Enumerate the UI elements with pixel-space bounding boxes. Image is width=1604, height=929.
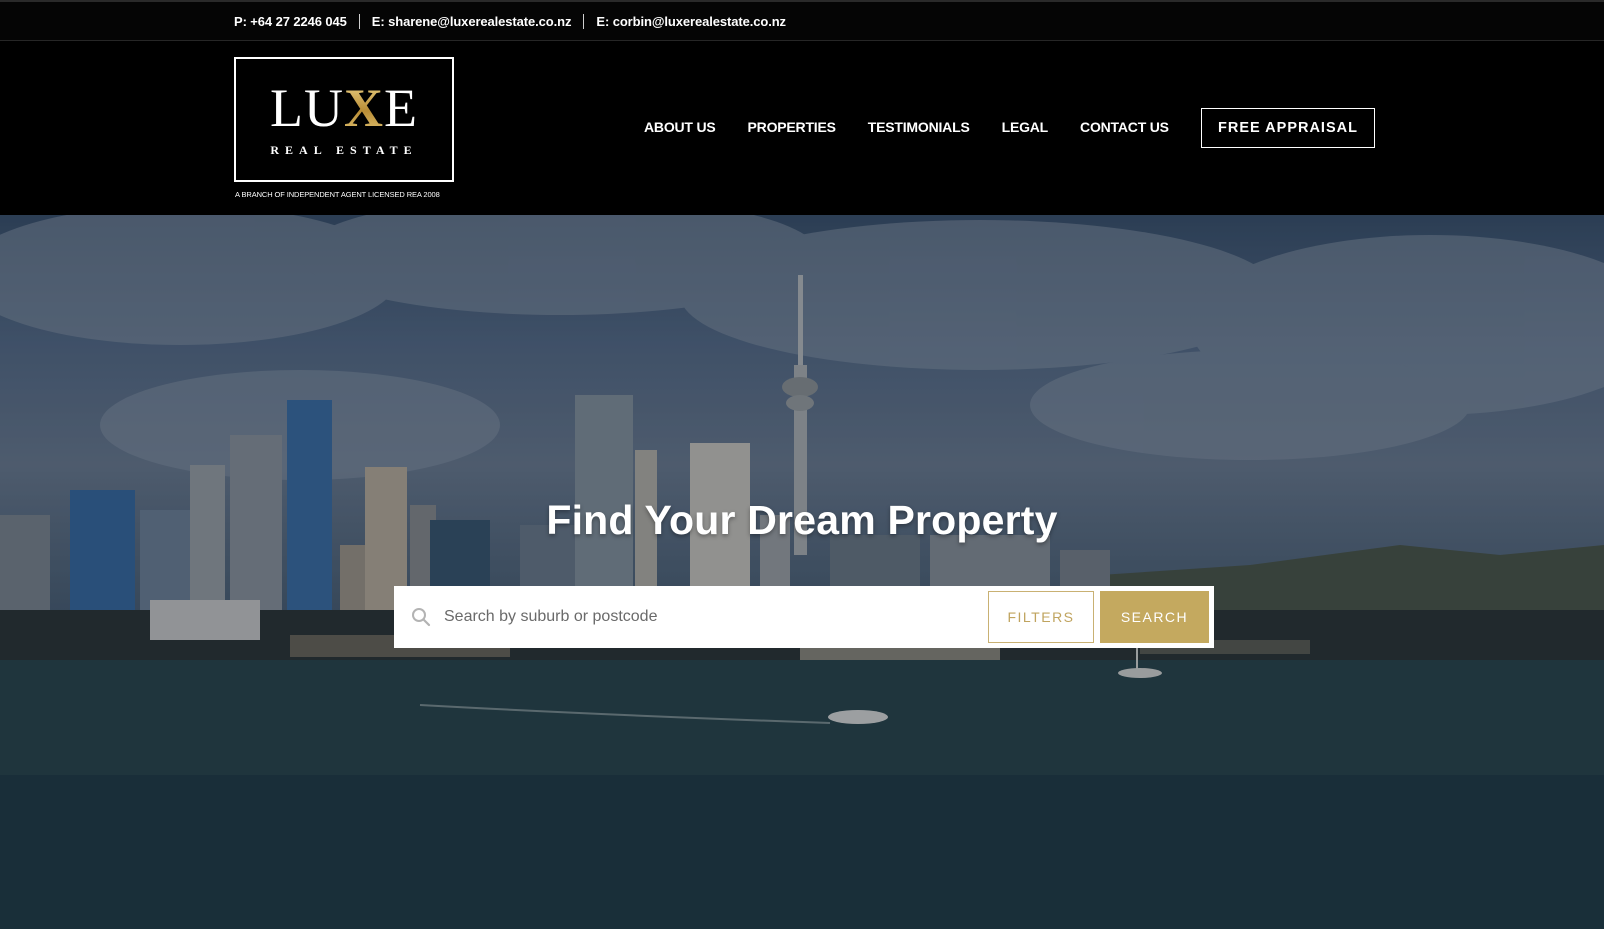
nav-about-us[interactable]: ABOUT US [644,119,716,135]
search-button[interactable]: SEARCH [1100,591,1209,643]
logo-subtitle: REAL ESTATE [270,143,418,157]
search-icon [412,608,431,627]
logo-wordmark: LUXE [270,78,418,138]
hero-title: Find Your Dream Property [546,497,1058,543]
free-appraisal-button[interactable]: FREE APPRAISAL [1201,108,1375,148]
divider [583,14,585,29]
logo-gold-x: X [343,78,384,138]
hero-overlay [0,215,1604,929]
email-link-sharene[interactable]: E: sharene@luxerealestate.co.nz [372,14,572,29]
property-search-bar: FILTERS SEARCH [394,586,1214,648]
site-header: LUXE REAL ESTATE A BRANCH OF INDEPENDENT… [0,41,1604,215]
main-nav: ABOUT US PROPERTIES TESTIMONIALS LEGAL C… [644,119,1169,135]
logo[interactable]: LUXE REAL ESTATE [234,57,454,182]
divider [358,14,360,29]
contact-info: P: +64 27 2246 045 E: sharene@luxereales… [234,2,786,41]
hero-section: Find Your Dream Property FILTERS SEARCH [0,215,1604,929]
logo-caption: A BRANCH OF INDEPENDENT AGENT LICENSED R… [235,190,440,199]
nav-testimonials[interactable]: TESTIMONIALS [868,119,970,135]
email-link-corbin[interactable]: E: corbin@luxerealestate.co.nz [596,14,786,29]
nav-contact-us[interactable]: CONTACT US [1080,119,1169,135]
nav-properties[interactable]: PROPERTIES [748,119,836,135]
search-input[interactable] [444,599,964,635]
top-contact-bar: P: +64 27 2246 045 E: sharene@luxereales… [0,0,1604,41]
nav-legal[interactable]: LEGAL [1002,119,1049,135]
phone-link[interactable]: P: +64 27 2246 045 [234,14,347,29]
filters-button[interactable]: FILTERS [988,591,1094,643]
